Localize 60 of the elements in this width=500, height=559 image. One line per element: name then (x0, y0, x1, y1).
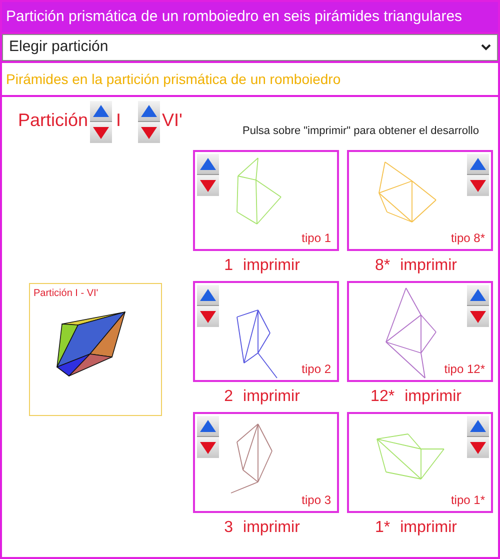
partition-dropdown[interactable]: Elegir partición (2, 34, 498, 61)
down-button[interactable] (467, 306, 489, 327)
pyramid-number: 8* (375, 256, 390, 276)
subtitle: Pirámides en la partición prismática de un romboiedro (2, 63, 498, 95)
partition-label: Partición (18, 109, 88, 132)
down-button[interactable] (467, 437, 489, 458)
up-button[interactable] (197, 416, 219, 437)
up-triangle-icon (93, 105, 110, 117)
up-button[interactable] (467, 416, 489, 437)
print-link[interactable]: imprimir (400, 516, 457, 540)
down-button[interactable] (197, 175, 219, 196)
up-triangle-icon (200, 420, 216, 432)
pyramid-number: 3 (224, 518, 234, 538)
type-label: tipo 2 (302, 361, 331, 378)
down-triangle-icon (200, 442, 216, 454)
down-button[interactable] (197, 437, 219, 458)
up-button[interactable] (467, 285, 489, 306)
up-triangle-icon (470, 420, 486, 432)
polyhedron-drawing (56, 311, 125, 376)
pyramid-number: 2 (224, 387, 234, 407)
down-triangle-icon (93, 126, 110, 138)
pyramid-number: 12* (370, 387, 395, 407)
down-triangle-icon (470, 310, 486, 322)
print-link[interactable]: imprimir (243, 516, 300, 540)
up-triangle-icon (141, 105, 158, 117)
chevron-down-icon (481, 44, 491, 51)
up-button[interactable] (138, 101, 160, 122)
pyramid-number: 1* (375, 518, 390, 538)
down-triangle-icon (200, 310, 216, 322)
down-triangle-icon (470, 442, 486, 454)
print-link[interactable]: imprimir (404, 385, 462, 409)
down-triangle-icon (141, 126, 158, 138)
up-button[interactable] (197, 285, 219, 306)
up-triangle-icon (200, 289, 216, 301)
down-triangle-icon (470, 180, 486, 192)
up-button[interactable] (467, 154, 489, 175)
down-button[interactable] (90, 122, 112, 143)
window-title: Partición prismática de un romboiedro en seis pirámides triangulares (2, 2, 498, 32)
up-triangle-icon (200, 158, 216, 170)
pyramid-number: 1 (224, 256, 234, 276)
print-link[interactable]: imprimir (243, 254, 300, 278)
type-label: tipo 12* (444, 361, 485, 378)
type-label: tipo 8* (450, 230, 485, 247)
down-button[interactable] (467, 175, 489, 196)
up-button[interactable] (90, 101, 112, 122)
up-triangle-icon (470, 158, 486, 170)
preview-caption: Partición I - VI' (34, 286, 98, 300)
instruction-text: Pulsa sobre "imprimir" para obtener el desarrollo (242, 124, 479, 139)
up-triangle-icon (470, 289, 486, 301)
type-label: tipo 1* (450, 492, 485, 509)
type-label: tipo 1 (302, 230, 331, 247)
down-button[interactable] (197, 306, 219, 327)
print-link[interactable]: imprimir (243, 385, 300, 409)
up-button[interactable] (197, 154, 219, 175)
partition-to: VI' (162, 109, 182, 132)
down-button[interactable] (138, 122, 160, 143)
down-triangle-icon (200, 180, 216, 192)
type-label: tipo 3 (302, 492, 331, 509)
partition-from: I (116, 109, 122, 132)
print-link[interactable]: imprimir (400, 254, 457, 278)
